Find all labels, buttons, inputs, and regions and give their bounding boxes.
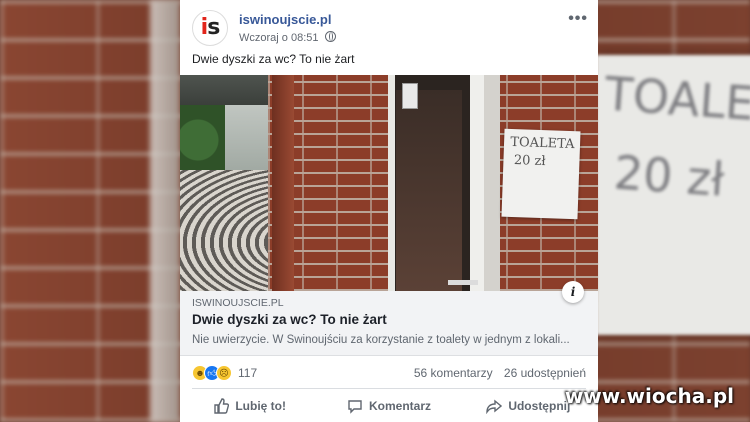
info-icon[interactable]: i <box>562 281 584 303</box>
comment-button-label: Komentarz <box>368 399 431 413</box>
post-meta: Wczoraj o 08:51 <box>239 31 336 44</box>
page-name-link[interactable]: iswinoujscie.pl <box>239 12 331 27</box>
facebook-post-card: is iswinoujscie.pl Wczoraj o 08:51 ••• D… <box>180 0 598 422</box>
globe-icon <box>324 31 336 42</box>
wow-icon: ☹ <box>216 365 232 381</box>
post-timestamp[interactable]: Wczoraj o 08:51 <box>239 32 318 44</box>
photo-pavement <box>180 170 272 291</box>
page-avatar[interactable]: is <box>192 10 228 46</box>
photo-door-sign <box>402 83 418 109</box>
photo-pillar <box>272 75 294 291</box>
background-door-frame <box>150 0 180 422</box>
photo-trees <box>180 105 225 175</box>
link-description: Nie uwierzycie. W Świnoujściu za korzyst… <box>192 334 570 346</box>
background-sign-text: TOALET 20 zł <box>603 66 750 208</box>
photo-door-handle <box>448 280 478 285</box>
watermark: www.wiocha.pl <box>564 384 734 408</box>
photo-roof <box>180 75 270 105</box>
photo-doorway <box>396 90 462 291</box>
comment-button[interactable]: Komentarz <box>319 392 458 420</box>
action-bar: Lubię to! Komentarz Udostępnij <box>180 392 598 420</box>
reaction-count: 117 <box>238 366 258 380</box>
post-header: is iswinoujscie.pl Wczoraj o 08:51 ••• <box>192 10 588 50</box>
share-icon <box>486 399 503 414</box>
photo-note-text: TOALETA 20 zł <box>509 134 575 170</box>
share-button-label: Udostępnij <box>508 399 571 413</box>
post-image[interactable]: TOALETA 20 zł <box>180 75 598 291</box>
engagement-counts: 56 komentarzy 26 udostępnień <box>406 366 586 380</box>
more-options-icon[interactable]: ••• <box>568 10 588 28</box>
like-button[interactable]: Lubię to! <box>180 392 319 420</box>
divider <box>192 388 586 389</box>
shares-count-link[interactable]: 26 udostępnień <box>504 366 586 380</box>
link-title[interactable]: Dwie dyszki za wc? To nie żart <box>192 312 387 327</box>
comments-count-link[interactable]: 56 komentarzy <box>414 366 493 380</box>
thumbs-up-icon <box>214 398 230 414</box>
link-domain: ISWINOUJSCIE.PL <box>192 297 284 309</box>
like-button-label: Lubię to! <box>235 399 286 413</box>
logo-letter-s: s <box>207 15 220 40</box>
post-text: Dwie dyszki za wc? To nie żart <box>192 52 355 66</box>
reaction-summary[interactable]: ☻ 👍︎ ☹ 117 <box>192 364 257 382</box>
comment-icon <box>348 400 362 414</box>
